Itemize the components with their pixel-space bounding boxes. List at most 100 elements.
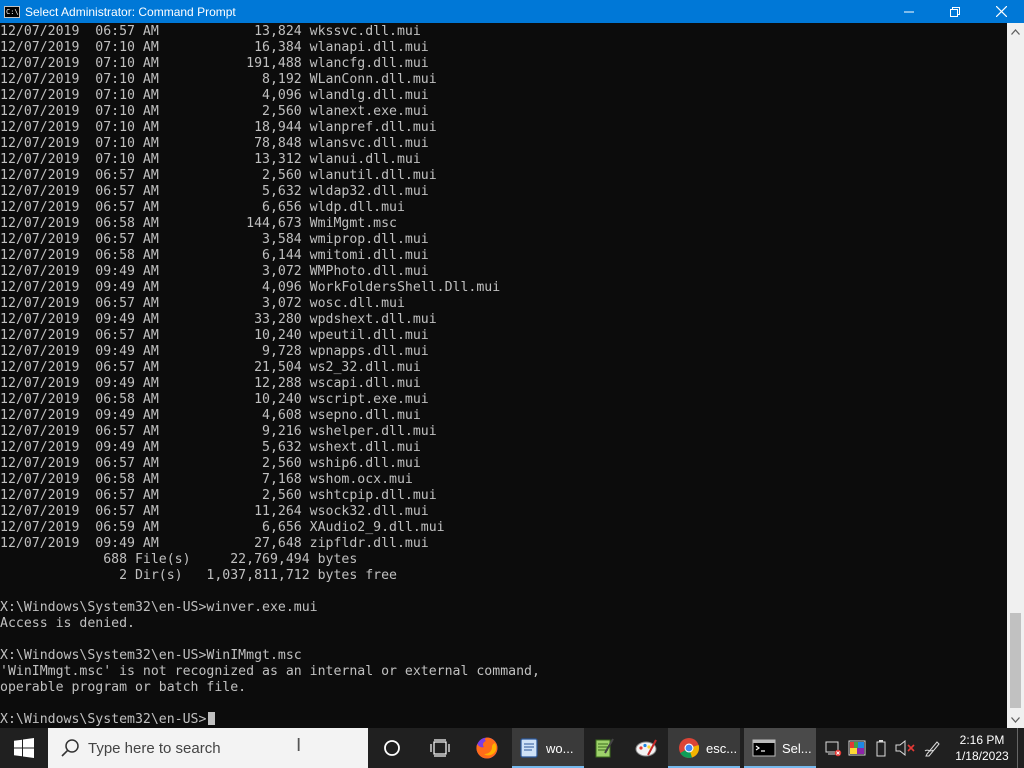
console-line: 688 File(s) 22,769,494 bytes bbox=[0, 552, 358, 567]
paint-taskbar-button[interactable] bbox=[628, 728, 664, 768]
console-line: 12/07/2019 06:57 AM 2,560 wshtcpip.dll.m… bbox=[0, 488, 437, 503]
taskbar-search-box[interactable]: I bbox=[48, 728, 368, 768]
app-icon-text: C:\ bbox=[6, 7, 19, 16]
console-line: 12/07/2019 06:57 AM 21,504 ws2_32.dll.mu… bbox=[0, 360, 421, 375]
chevron-up-icon bbox=[1011, 28, 1020, 35]
taskbar-app-cmd[interactable]: Sel... bbox=[744, 728, 816, 768]
taskbar-app-label: Sel... bbox=[782, 740, 812, 756]
console-line: 12/07/2019 06:58 AM 10,240 wscript.exe.m… bbox=[0, 392, 429, 407]
console-line: 12/07/2019 06:57 AM 11,264 wsock32.dll.m… bbox=[0, 504, 429, 519]
window-title: Select Administrator: Command Prompt bbox=[25, 4, 236, 19]
tray-battery[interactable] bbox=[872, 728, 890, 768]
cmd-app-icon[interactable]: C:\ bbox=[4, 5, 20, 18]
console-line: 12/07/2019 09:49 AM 5,632 wshext.dll.mui bbox=[0, 440, 421, 455]
scroll-down-button[interactable] bbox=[1007, 711, 1024, 728]
task-view-icon bbox=[430, 739, 450, 757]
console-line: 'WinIMmgt.msc' is not recognized as an i… bbox=[0, 664, 540, 679]
scroll-up-button[interactable] bbox=[1007, 23, 1024, 40]
taskbar-app-label: wo... bbox=[546, 740, 574, 756]
console-line: 12/07/2019 07:10 AM 191,488 wlancfg.dll.… bbox=[0, 56, 429, 71]
search-icon bbox=[61, 739, 79, 757]
paint-icon bbox=[635, 739, 657, 757]
color-palette-icon bbox=[848, 740, 866, 756]
console-line: 12/07/2019 09:49 AM 33,280 wpdshext.dll.… bbox=[0, 312, 437, 327]
close-icon bbox=[995, 6, 1007, 17]
close-button[interactable] bbox=[978, 0, 1024, 23]
chevron-down-icon bbox=[1011, 716, 1020, 723]
console-line: Access is denied. bbox=[0, 616, 135, 631]
console-line: 12/07/2019 06:59 AM 6,656 XAudio2_9.dll.… bbox=[0, 520, 445, 535]
console-line: 12/07/2019 07:10 AM 4,096 wlandlg.dll.mu… bbox=[0, 88, 429, 103]
console-line: X:\Windows\System32\en-US>winver.exe.mui bbox=[0, 600, 318, 615]
console-line: 12/07/2019 09:49 AM 9,728 wpnapps.dll.mu… bbox=[0, 344, 429, 359]
console-line: 12/07/2019 07:10 AM 18,944 wlanpref.dll.… bbox=[0, 120, 437, 135]
console-line: 12/07/2019 06:57 AM 6,656 wldp.dll.mui bbox=[0, 200, 405, 215]
console-line: 12/07/2019 07:10 AM 13,312 wlanui.dll.mu… bbox=[0, 152, 421, 167]
show-desktop-button[interactable] bbox=[1017, 728, 1024, 768]
scroll-thumb[interactable] bbox=[1010, 613, 1021, 708]
notepad-taskbar-button[interactable] bbox=[586, 728, 622, 768]
console-line: 12/07/2019 09:49 AM 12,288 wscapi.dll.mu… bbox=[0, 376, 421, 391]
console-line: 12/07/2019 09:49 AM 3,072 WMPhoto.dll.mu… bbox=[0, 264, 429, 279]
taskbar-app-word[interactable]: wo... bbox=[512, 728, 584, 768]
cmd-icon bbox=[752, 739, 776, 757]
tray-volume[interactable] bbox=[894, 728, 916, 768]
console-line: 12/07/2019 09:49 AM 27,648 zipfldr.dll.m… bbox=[0, 536, 429, 551]
console-line: 12/07/2019 06:58 AM 7,168 wshom.ocx.mui bbox=[0, 472, 413, 487]
network-tools-icon bbox=[825, 741, 842, 757]
tray-pen[interactable] bbox=[922, 728, 944, 768]
clock-date: 1/18/2023 bbox=[955, 749, 1009, 763]
tray-network-tools[interactable] bbox=[822, 728, 844, 768]
cortana-button[interactable] bbox=[370, 728, 414, 768]
text-cursor-icon: I bbox=[296, 735, 302, 756]
notepad-icon bbox=[595, 738, 614, 758]
vertical-scrollbar[interactable] bbox=[1007, 23, 1024, 728]
battery-icon bbox=[876, 740, 886, 757]
console-line: 12/07/2019 06:57 AM 10,240 wpeutil.dll.m… bbox=[0, 328, 429, 343]
console-line: 12/07/2019 07:10 AM 16,384 wlanapi.dll.m… bbox=[0, 40, 429, 55]
start-button[interactable] bbox=[0, 728, 48, 768]
title-bar[interactable]: C:\ Select Administrator: Command Prompt bbox=[0, 0, 1024, 23]
console-line: 12/07/2019 06:58 AM 144,673 WmiMgmt.msc bbox=[0, 216, 397, 231]
maximize-button[interactable] bbox=[932, 0, 978, 23]
tray-color-palette[interactable] bbox=[846, 728, 868, 768]
console-line: 12/07/2019 07:10 AM 2,560 wlanext.exe.mu… bbox=[0, 104, 429, 119]
console-line: 12/07/2019 07:10 AM 8,192 WLanConn.dll.m… bbox=[0, 72, 437, 87]
search-input[interactable] bbox=[86, 738, 340, 758]
chrome-icon bbox=[679, 738, 700, 758]
console-line: 12/07/2019 09:49 AM 4,608 wsepno.dll.mui bbox=[0, 408, 421, 423]
console-line: 12/07/2019 06:58 AM 6,144 wmitomi.dll.mu… bbox=[0, 248, 429, 263]
console-line: 2 Dir(s) 1,037,811,712 bytes free bbox=[0, 568, 397, 583]
text-cursor bbox=[208, 712, 216, 725]
console-text: 12/07/2019 06:57 AM 13,824 wkssvc.dll.mu… bbox=[0, 24, 1007, 728]
minimize-icon bbox=[904, 11, 914, 12]
word-document-icon bbox=[520, 738, 538, 758]
pen-icon bbox=[924, 741, 940, 757]
console-line: 12/07/2019 06:57 AM 3,584 wmiprop.dll.mu… bbox=[0, 232, 429, 247]
minimize-button[interactable] bbox=[886, 0, 932, 23]
console-prompt-line[interactable]: X:\Windows\System32\en-US> bbox=[0, 712, 1007, 728]
taskbar-app-label: esc... bbox=[706, 740, 738, 756]
console-output[interactable]: 12/07/2019 06:57 AM 13,824 wkssvc.dll.mu… bbox=[0, 23, 1007, 728]
console-prompt: X:\Windows\System32\en-US> bbox=[0, 712, 207, 727]
console-line: operable program or batch file. bbox=[0, 680, 247, 695]
console-line: 12/07/2019 06:57 AM 3,072 wosc.dll.mui bbox=[0, 296, 405, 311]
restore-icon bbox=[950, 6, 960, 17]
windows-logo-icon bbox=[14, 738, 34, 758]
volume-muted-icon bbox=[895, 740, 915, 756]
taskbar: I wo... bbox=[0, 728, 1024, 768]
console-line: 12/07/2019 06:57 AM 9,216 wshelper.dll.m… bbox=[0, 424, 437, 439]
console-line: X:\Windows\System32\en-US>WinIMmgt.msc bbox=[0, 648, 302, 663]
taskbar-app-chrome[interactable]: esc... bbox=[668, 728, 740, 768]
clock-time: 2:16 PM bbox=[959, 733, 1005, 747]
firefox-icon bbox=[476, 737, 498, 759]
console-line: 12/07/2019 09:49 AM 4,096 WorkFoldersShe… bbox=[0, 280, 501, 295]
task-view-button[interactable] bbox=[418, 728, 462, 768]
firefox-taskbar-button[interactable] bbox=[465, 728, 509, 768]
console-line: 12/07/2019 06:57 AM 2,560 wship6.dll.mui bbox=[0, 456, 421, 471]
console-line: 12/07/2019 06:57 AM 2,560 wlanutil.dll.m… bbox=[0, 168, 437, 183]
taskbar-clock[interactable]: 2:16 PM 1/18/2023 bbox=[953, 728, 1011, 768]
